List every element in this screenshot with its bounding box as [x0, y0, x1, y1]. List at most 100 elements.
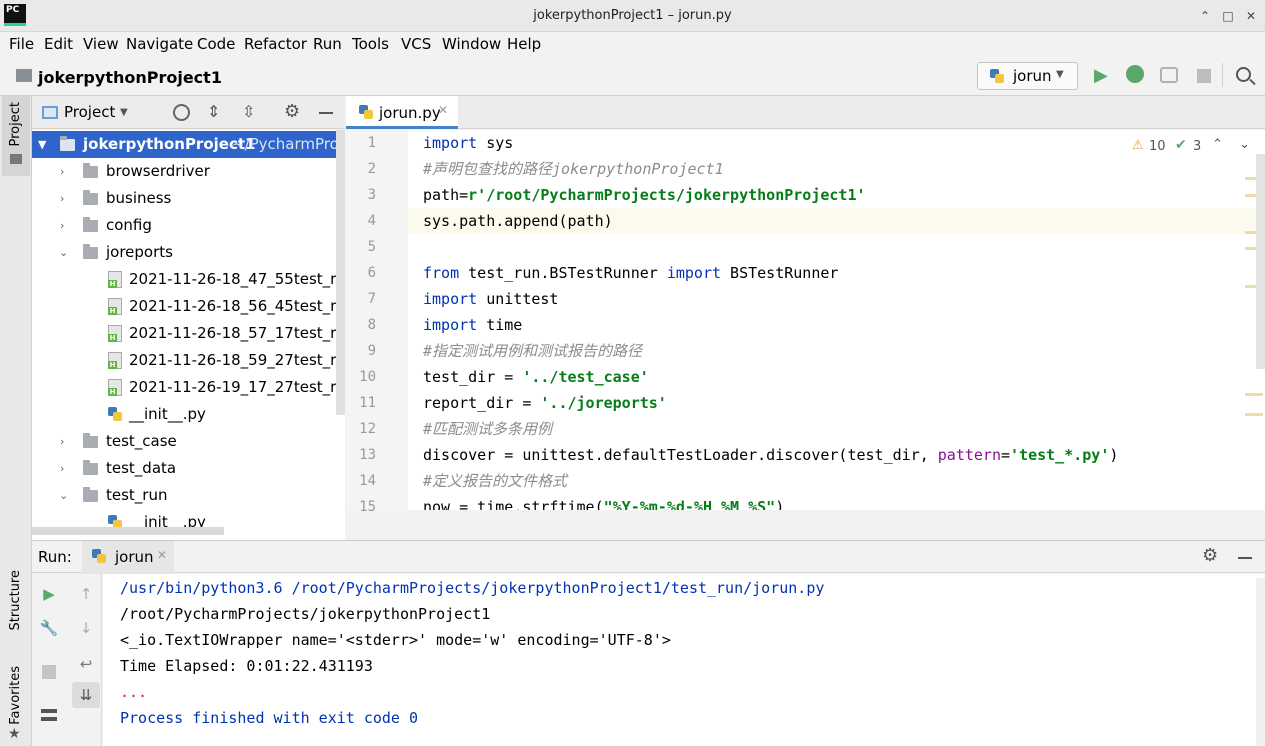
tree-item-label: 2021-11-26-18_47_55test_repo	[129, 270, 345, 288]
chevron-right-icon[interactable]: ›	[60, 428, 64, 455]
close-tab-icon[interactable]: ✕	[157, 548, 167, 562]
code-text: sys	[477, 134, 514, 152]
menu-navigate[interactable]: Navigate	[126, 35, 193, 53]
tree-item-label: __init__.py	[129, 405, 206, 423]
up-arrow-icon[interactable]: ↑	[75, 583, 97, 605]
hide-panel-icon[interactable]	[1238, 557, 1252, 559]
wrench-icon[interactable]: 🔧	[38, 617, 60, 639]
tree-item-report-file[interactable]: 2021-11-26-18_59_27test_repo	[32, 347, 345, 374]
tree-item-joreports[interactable]: ⌄ joreports	[32, 239, 345, 266]
error-stripe-mark[interactable]	[1245, 393, 1263, 396]
line-number: 14	[359, 473, 376, 489]
restore-window-icon[interactable]: ⌃	[1196, 7, 1214, 25]
tree-item-report-file[interactable]: 2021-11-26-18_57_17test_repo	[32, 320, 345, 347]
tree-item-browserdriver[interactable]: › browserdriver	[32, 158, 345, 185]
tree-item-business[interactable]: › business	[32, 185, 345, 212]
menu-file[interactable]: File	[9, 35, 34, 53]
tree-item-report-file[interactable]: 2021-11-26-18_56_45test_repo	[32, 293, 345, 320]
locate-file-icon[interactable]	[173, 104, 190, 121]
scroll-to-end-button[interactable]: ⇊	[72, 682, 100, 708]
folder-icon	[83, 244, 98, 259]
project-tool-tab[interactable]: Project	[2, 96, 30, 176]
code-comment: #定义报告的文件格式	[423, 472, 568, 490]
run-console[interactable]: /usr/bin/python3.6 /root/PycharmProjects…	[103, 574, 1265, 746]
parameter-name: pattern	[937, 446, 1001, 464]
code-line: report_dir = '../joreports'	[423, 390, 667, 416]
error-stripe-mark[interactable]	[1245, 413, 1263, 416]
weak-warning-icon[interactable]: ✔	[1175, 137, 1187, 153]
close-tab-icon[interactable]: ✕	[438, 103, 448, 117]
run-tab-jorun[interactable]: jorun ✕	[82, 541, 174, 574]
coverage-icon[interactable]	[1160, 67, 1178, 83]
code-editor[interactable]: import sys #声明包查找的路径jokerpythonProject1 …	[408, 130, 1265, 510]
tree-item-init-py[interactable]: __init__.py	[32, 401, 345, 428]
chevron-down-icon[interactable]: ▼	[120, 107, 128, 118]
menu-tools[interactable]: Tools	[352, 35, 389, 53]
next-highlight-icon[interactable]: ⌄	[1239, 137, 1250, 152]
menu-help[interactable]: Help	[507, 35, 541, 53]
code-text: test_run.BSTestRunner	[459, 264, 667, 282]
chevron-down-icon[interactable]: ⌄	[59, 482, 68, 509]
menu-run[interactable]: Run	[313, 35, 342, 53]
tree-item-config[interactable]: › config	[32, 212, 345, 239]
collapse-all-icon[interactable]: ⇳	[242, 102, 255, 121]
stop-icon[interactable]	[1197, 69, 1211, 83]
project-view-label[interactable]: Project	[64, 103, 115, 121]
menu-refactor[interactable]: Refactor	[244, 35, 307, 53]
maximize-window-icon[interactable]: □	[1219, 7, 1237, 25]
vertical-scrollbar[interactable]	[336, 130, 345, 415]
close-window-icon[interactable]: ✕	[1242, 7, 1260, 25]
chevron-right-icon[interactable]: ›	[60, 185, 64, 212]
tree-item-label: joreports	[106, 243, 173, 261]
tree-item-test-case[interactable]: › test_case	[32, 428, 345, 455]
horizontal-scrollbar[interactable]	[32, 527, 224, 535]
code-line: import unittest	[423, 286, 558, 312]
favorites-tool-tab[interactable]: Favorites ★	[2, 664, 30, 746]
warning-icon[interactable]: ⚠	[1132, 138, 1144, 153]
tree-item-test-data[interactable]: › test_data	[32, 455, 345, 482]
tree-item-label: config	[106, 216, 152, 234]
editor-vertical-scrollbar[interactable]	[1256, 154, 1265, 369]
gear-icon[interactable]: ⚙	[284, 101, 300, 122]
line-number: 3	[367, 187, 376, 203]
chevron-down-icon[interactable]: ▼	[38, 131, 46, 158]
python-file-icon	[92, 549, 106, 564]
project-breadcrumb[interactable]: jokerpythonProject1	[38, 68, 222, 87]
tree-item-test-run[interactable]: ⌄ test_run	[32, 482, 345, 509]
menu-window[interactable]: Window	[442, 35, 501, 53]
structure-tool-tab[interactable]: Structure	[2, 566, 30, 646]
menu-bar: File Edit View Navigate Code Refactor Ru…	[0, 32, 1265, 57]
rerun-icon[interactable]: ▶	[38, 583, 60, 605]
chevron-right-icon[interactable]: ›	[60, 158, 64, 185]
console-line: Time Elapsed: 0:01:22.431193	[120, 657, 373, 675]
chevron-down-icon[interactable]: ⌄	[59, 239, 68, 266]
console-scrollbar[interactable]	[1256, 578, 1265, 746]
editor-tab-jorun[interactable]: jorun.py ✕	[346, 96, 458, 129]
python-file-icon	[359, 105, 373, 120]
menu-vcs[interactable]: VCS	[401, 35, 431, 53]
tree-item-label: browserdriver	[106, 162, 210, 180]
run-tab-label: jorun	[115, 548, 154, 566]
string-literal: "%Y-%m-%d-%H_%M_%S"	[603, 498, 776, 510]
line-number: 1	[367, 135, 376, 151]
soft-wrap-icon[interactable]: ↩	[75, 653, 97, 675]
tree-item-report-file[interactable]: 2021-11-26-18_47_55test_repo	[32, 266, 345, 293]
layout-icon[interactable]	[41, 709, 57, 721]
tree-item-project-root[interactable]: ▼ jokerpythonProject1 ~/PycharmProject	[32, 131, 345, 158]
hide-panel-icon[interactable]	[319, 112, 333, 114]
down-arrow-icon[interactable]: ↓	[75, 617, 97, 639]
previous-highlight-icon[interactable]: ⌃	[1212, 137, 1223, 152]
stop-icon[interactable]	[42, 665, 56, 679]
menu-view[interactable]: View	[83, 35, 119, 53]
gear-icon[interactable]: ⚙	[1202, 545, 1218, 566]
chevron-right-icon[interactable]: ›	[60, 455, 64, 482]
menu-edit[interactable]: Edit	[44, 35, 73, 53]
run-icon[interactable]: ▶	[1094, 65, 1108, 86]
chevron-right-icon[interactable]: ›	[60, 212, 64, 239]
tree-item-report-file[interactable]: 2021-11-26-19_17_27test_repo	[32, 374, 345, 401]
run-configuration-selector[interactable]: jorun ▼	[977, 62, 1078, 90]
toolbar-divider	[1222, 63, 1223, 87]
debug-icon[interactable]	[1126, 65, 1144, 83]
menu-code[interactable]: Code	[197, 35, 235, 53]
expand-all-icon[interactable]: ⇕	[207, 102, 220, 121]
